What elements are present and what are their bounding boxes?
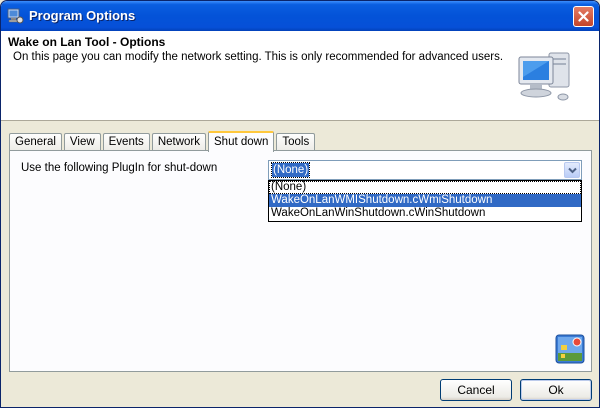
plugin-label: Use the following PlugIn for shut-down [21,162,218,174]
close-icon [578,11,589,22]
plugin-option-none[interactable]: (None) [269,181,581,194]
tab-general[interactable]: General [9,133,62,151]
tab-network[interactable]: Network [151,133,206,151]
plugin-option-win-shutdown[interactable]: WakeOnLanWinShutdown.cWinShutdown [269,207,581,220]
ok-button[interactable]: Ok [520,379,592,401]
chevron-down-icon [568,167,577,174]
title-bar[interactable]: Program Options [1,1,599,31]
options-app-icon [7,8,24,24]
plugin-option-wmi-shutdown[interactable]: WakeOnLanWMIShutdown.cWmiShutdown [269,194,581,207]
tab-events[interactable]: Events [102,133,150,151]
options-tabs: General View Events Network Shut down To… [9,131,317,152]
plugin-icon [555,334,585,364]
tab-view[interactable]: View [63,133,101,151]
page-title: Wake on Lan Tool - Options [8,35,166,49]
window-title: Program Options [29,8,136,23]
plugin-dropdown-list: (None) WakeOnLanWMIShutdown.cWmiShutdown… [268,180,582,222]
plugin-select[interactable]: (None) [268,160,582,180]
program-options-window: Program Options Wake on Lan Tool - Optio… [0,0,600,408]
cancel-button[interactable]: Cancel [440,379,512,401]
computer-icon [518,52,570,101]
plugin-select-arrow[interactable] [564,162,580,178]
page-description: On this page you can modify the network … [13,51,504,63]
tab-tools[interactable]: Tools [276,133,316,151]
plugin-select-value: (None) [270,162,311,178]
shut-down-panel: Use the following PlugIn for shut-down (… [9,150,592,372]
close-button[interactable] [573,6,594,27]
tab-shut-down[interactable]: Shut down [208,131,275,152]
page-header: Wake on Lan Tool - Options On this page … [1,31,599,121]
